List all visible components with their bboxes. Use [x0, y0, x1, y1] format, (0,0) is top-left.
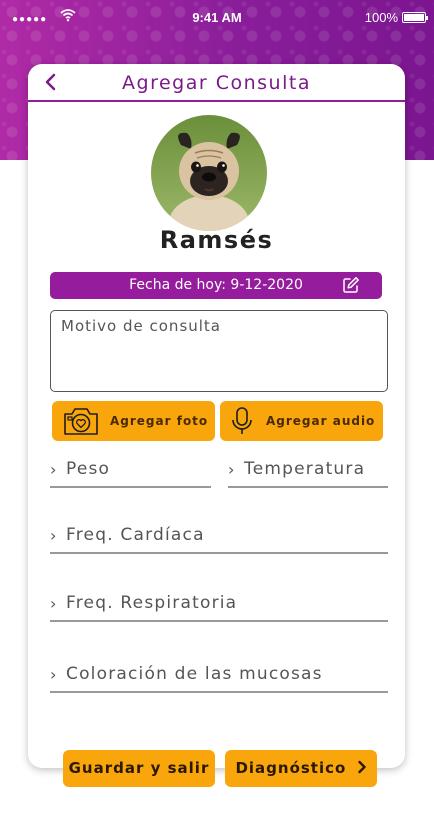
temperatura-field[interactable]: › Temperatura — [228, 456, 388, 488]
status-bar: ●●●●● 9:41 AM 100% — [0, 0, 434, 36]
chevron-right-icon: › — [228, 460, 236, 479]
freq-cardiaca-field[interactable]: › Freq. Cardíaca — [50, 522, 388, 554]
chevron-right-icon: › — [50, 460, 58, 479]
diagnosis-button[interactable]: Diagnóstico — [225, 750, 377, 787]
temperatura-label: Temperatura — [244, 459, 366, 479]
edit-icon[interactable] — [342, 276, 360, 294]
add-photo-button[interactable]: Agregar foto — [52, 401, 215, 441]
coloracion-field[interactable]: › Coloración de las mucosas — [50, 661, 388, 693]
card-header: Agregar Consulta — [28, 64, 405, 102]
microphone-icon — [232, 407, 252, 434]
consultation-card: Agregar Consulta Ramsés Fecha de hoy: 9-… — [28, 64, 405, 768]
date-bar: Fecha de hoy: 9-12-2020 — [50, 272, 382, 299]
date-label: Fecha de hoy: 9-12-2020 — [129, 277, 303, 293]
camera-icon — [64, 408, 98, 435]
diagnosis-label: Diagnóstico — [235, 759, 347, 777]
save-and-exit-button[interactable]: Guardar y salir — [63, 750, 215, 787]
pet-avatar — [151, 115, 267, 231]
chevron-right-icon — [357, 760, 366, 774]
battery-percentage: 100% — [364, 10, 398, 25]
save-and-exit-label: Guardar y salir — [68, 759, 210, 777]
peso-label: Peso — [66, 459, 111, 479]
freq-respiratoria-field[interactable]: › Freq. Respiratoria — [50, 590, 388, 622]
coloracion-label: Coloración de las mucosas — [66, 664, 323, 684]
chevron-right-icon: › — [50, 594, 58, 613]
pet-name: Ramsés — [159, 226, 274, 254]
add-audio-button[interactable]: Agregar audio — [220, 401, 383, 441]
peso-field[interactable]: › Peso — [50, 456, 211, 488]
motivo-consulta-input[interactable] — [50, 310, 388, 392]
chevron-right-icon: › — [50, 665, 58, 684]
chevron-right-icon: › — [50, 526, 58, 545]
page-title: Agregar Consulta — [122, 72, 311, 94]
battery-icon — [402, 12, 428, 23]
add-audio-label: Agregar audio — [266, 414, 376, 428]
add-photo-label: Agregar foto — [110, 414, 209, 428]
freq-cardiaca-label: Freq. Cardíaca — [66, 525, 205, 545]
freq-respiratoria-label: Freq. Respiratoria — [66, 593, 238, 613]
